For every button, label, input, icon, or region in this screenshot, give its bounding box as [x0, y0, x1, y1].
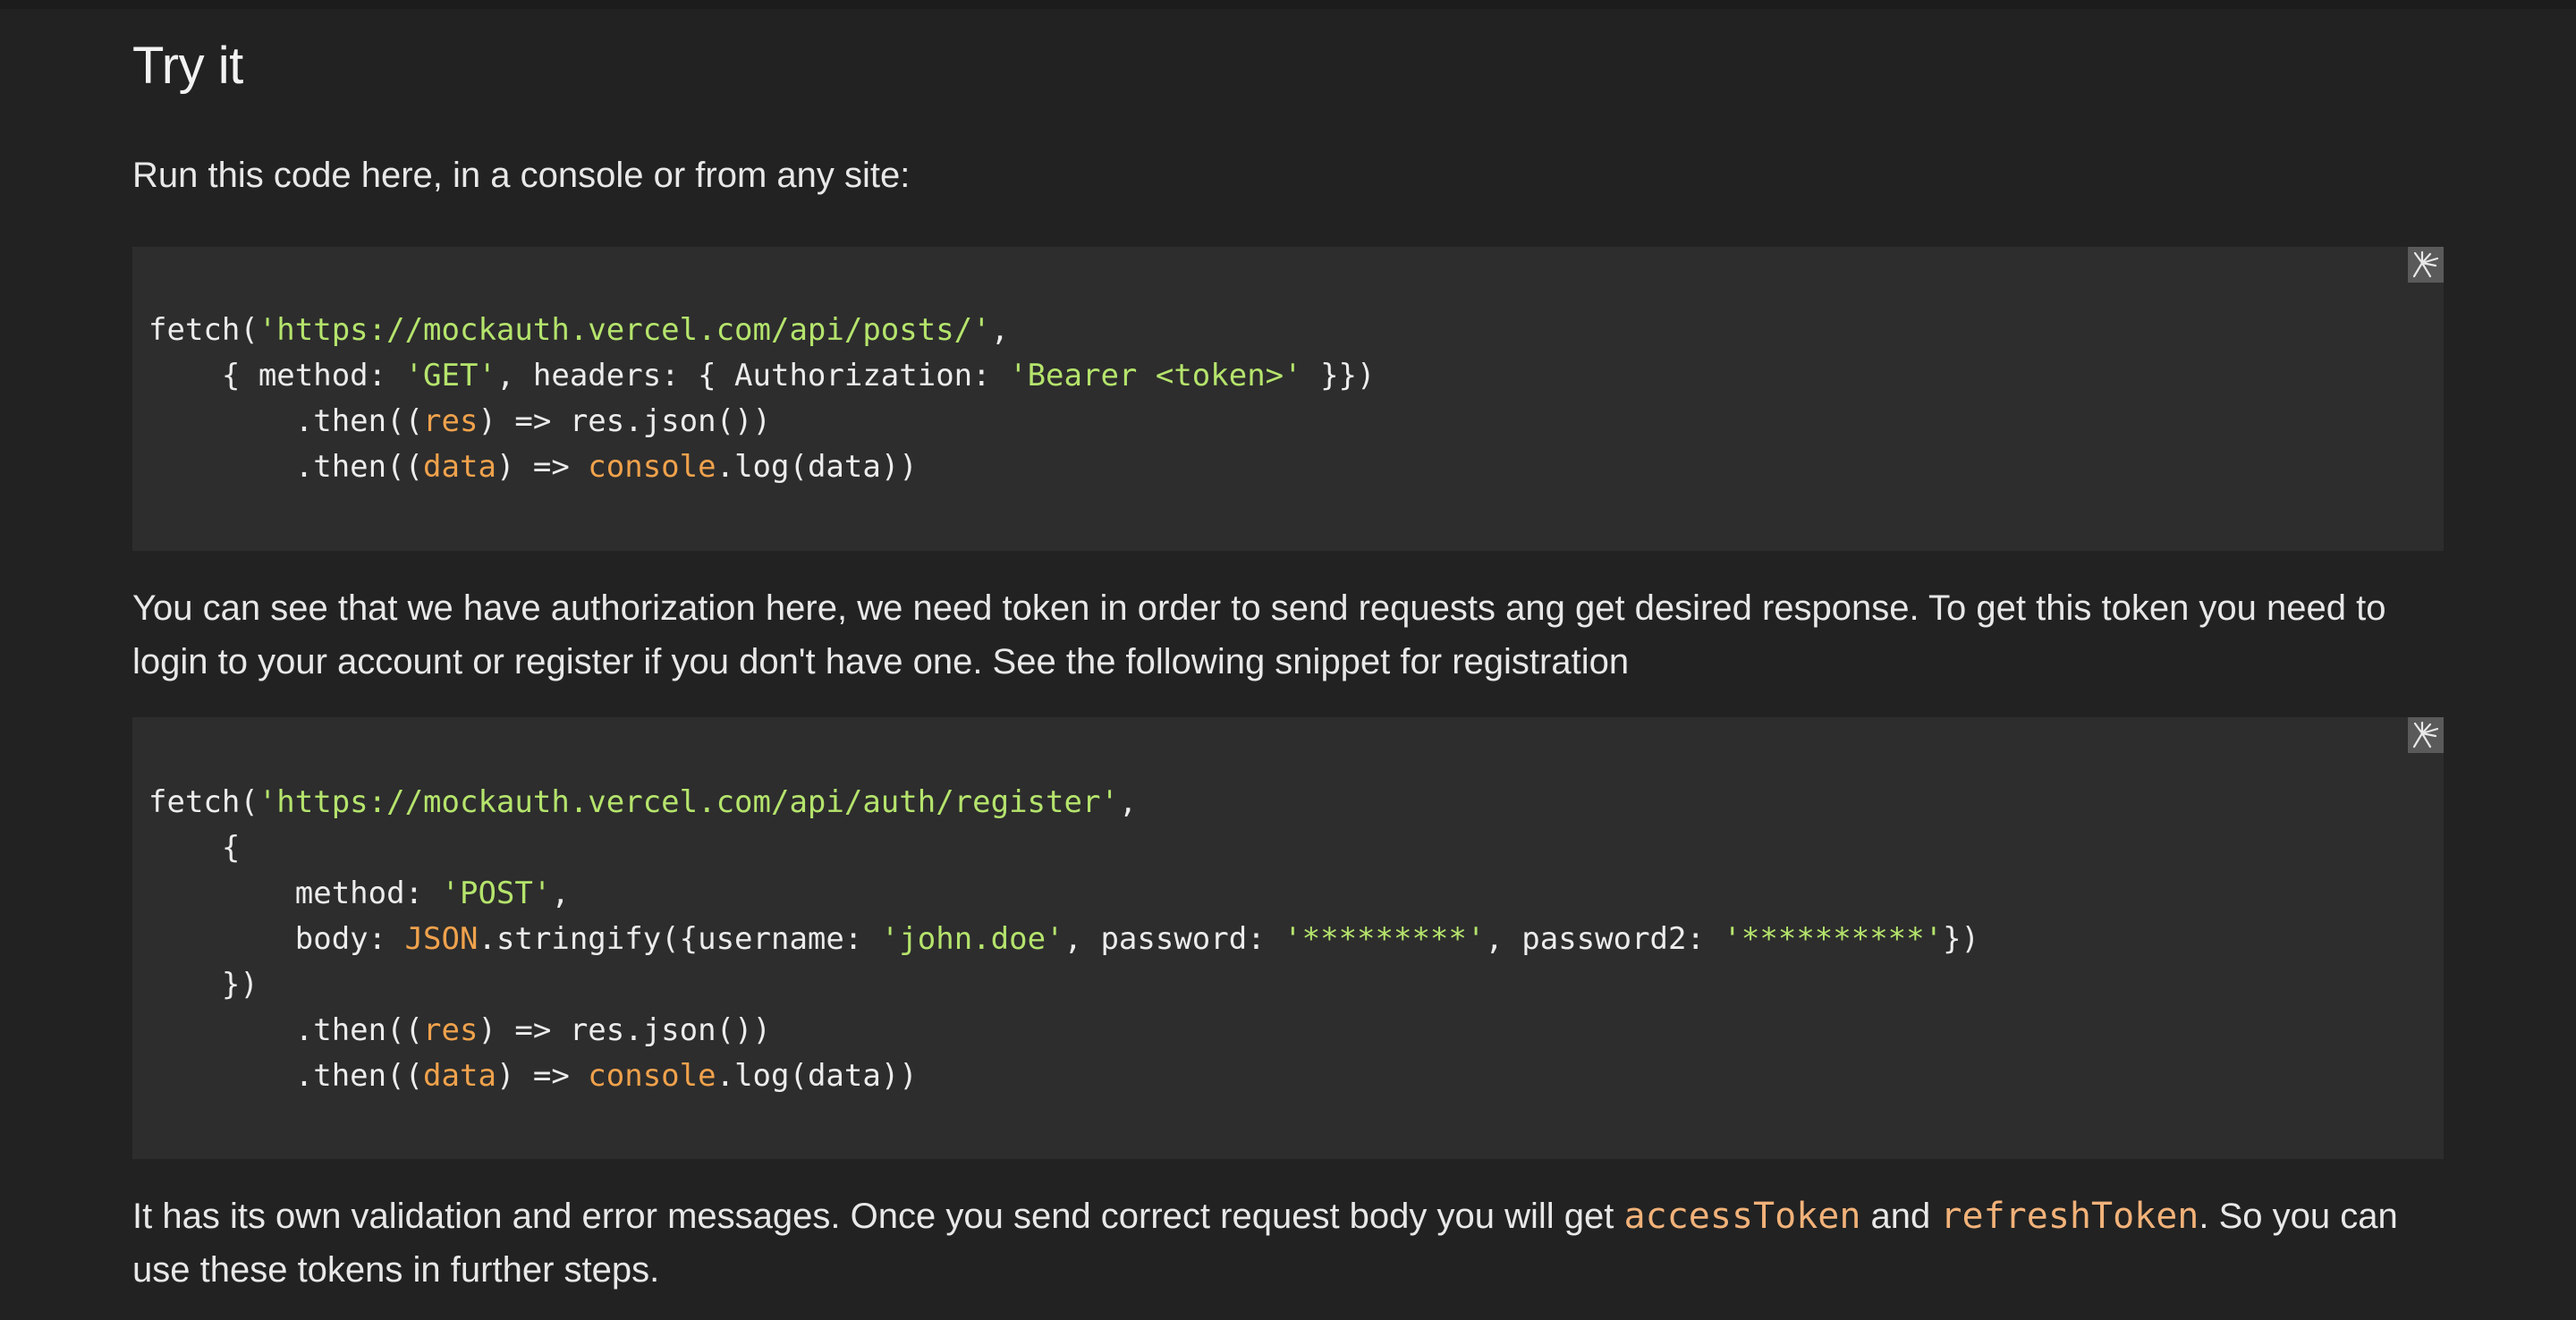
code-block-register[interactable]: fetch('https://mockauth.vercel.com/api/a…: [132, 717, 2444, 1159]
inline-code-refresh-token: refreshToken: [1940, 1196, 2199, 1237]
code-text: fetch('https://mockauth.vercel.com/api/a…: [148, 784, 1980, 1094]
tokens-text-1: It has its own validation and error mess…: [132, 1197, 1624, 1236]
intro-paragraph: Run this code here, in a console or from…: [132, 156, 911, 195]
tokens-paragraph: It has its own validation and error mess…: [132, 1189, 2444, 1297]
tokens-text-2: and: [1860, 1197, 1941, 1236]
top-strip: [0, 0, 2576, 9]
code-text: fetch('https://mockauth.vercel.com/api/p…: [148, 312, 1376, 485]
authorization-paragraph: You can see that we have authorization h…: [132, 588, 2386, 681]
copy-code-button[interactable]: [2408, 717, 2444, 753]
inline-code-access-token: accessToken: [1623, 1196, 1861, 1237]
copy-code-icon: [2412, 250, 2439, 278]
copy-code-button[interactable]: [2408, 247, 2444, 283]
copy-code-icon: [2412, 721, 2439, 749]
code-block-fetch-posts[interactable]: fetch('https://mockauth.vercel.com/api/p…: [132, 247, 2444, 551]
section-title: Try it: [132, 37, 243, 95]
